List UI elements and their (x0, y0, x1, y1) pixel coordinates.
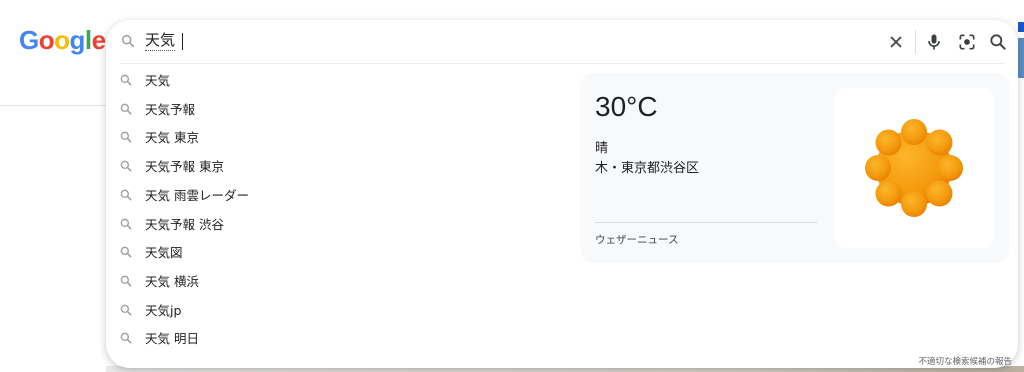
logo-letter: e (91, 25, 106, 55)
weather-location: 木・東京都渋谷区 (595, 161, 700, 176)
suggestion-item[interactable]: 天気 雨雲レーダー (106, 181, 566, 209)
search-row-divider (120, 63, 1004, 64)
search-icon (119, 72, 133, 86)
weather-card[interactable]: 30°C 晴 木・東京都渋谷区 ウェザーニュース (580, 73, 1009, 263)
suggestion-item[interactable]: 天気予報 東京 (106, 152, 566, 180)
suggestion-label: 天気 東京 (145, 130, 199, 146)
search-input[interactable]: 天気 (145, 31, 176, 51)
search-icon (119, 302, 133, 316)
suggestion-item[interactable]: 天気 明日 (106, 324, 566, 352)
toolbar-separator (915, 30, 916, 54)
search-submit-icon[interactable] (988, 32, 1008, 52)
search-box[interactable]: 天気 (106, 20, 1018, 64)
search-autocomplete-panel: 天気 天気 天気予報 天気 東京 天気予報 東京 天気 雨雲レーダー 天気予報 … (106, 20, 1018, 368)
suggestion-label: 天気図 (145, 245, 183, 261)
logo-letter: g (69, 25, 86, 55)
weather-source[interactable]: ウェザーニュース (595, 232, 678, 247)
logo-letter: G (19, 25, 39, 55)
edge-accent (1018, 22, 1024, 32)
search-icon (120, 33, 136, 49)
suggestion-item[interactable]: 天気 (106, 66, 566, 94)
suggestion-item[interactable]: 天気予報 渋谷 (106, 210, 566, 238)
search-icon (119, 244, 133, 258)
search-icon (119, 129, 133, 143)
search-icon (119, 330, 133, 344)
logo-letter: o (54, 25, 70, 55)
lens-icon[interactable] (957, 32, 977, 52)
search-icon (119, 101, 133, 115)
header-divider (0, 105, 106, 106)
search-icon (119, 158, 133, 172)
text-caret (182, 33, 183, 50)
mic-icon[interactable] (924, 32, 944, 52)
temperature: 30°C (595, 91, 658, 122)
weather-condition: 晴 (595, 141, 609, 156)
google-logo[interactable]: Google (19, 25, 106, 56)
suggestion-item[interactable]: 天気予報 (106, 95, 566, 123)
suggestion-item[interactable]: 天気 横浜 (106, 267, 566, 295)
suggestion-label: 天気 雨雲レーダー (145, 187, 249, 203)
suggestion-label: 天気 (145, 73, 171, 88)
suggestion-item[interactable]: 天気図 (106, 238, 566, 266)
card-divider (595, 222, 817, 223)
search-icon (119, 216, 133, 230)
suggestion-label: 天気 明日 (145, 331, 199, 347)
search-icon (119, 273, 133, 287)
weather-icon-box (834, 88, 994, 248)
suggestion-label: 天気予報 東京 (145, 159, 224, 175)
suggestion-item[interactable]: 天気 東京 (106, 123, 566, 151)
suggestion-label: 天気jp (145, 302, 182, 318)
report-suggestions-link[interactable]: 不適切な検索候補の報告 (918, 355, 1012, 367)
suggestion-label: 天気予報 渋谷 (145, 216, 224, 232)
edge-image (1018, 38, 1024, 78)
sun-icon (865, 119, 963, 217)
suggestion-item[interactable]: 天気jp (106, 296, 566, 324)
logo-letter: o (38, 25, 55, 55)
clear-icon[interactable] (886, 32, 906, 52)
logo-letter: l (84, 25, 92, 55)
search-icon (119, 187, 133, 201)
suggestion-label: 天気予報 (145, 101, 196, 117)
suggestion-label: 天気 横浜 (145, 273, 199, 289)
